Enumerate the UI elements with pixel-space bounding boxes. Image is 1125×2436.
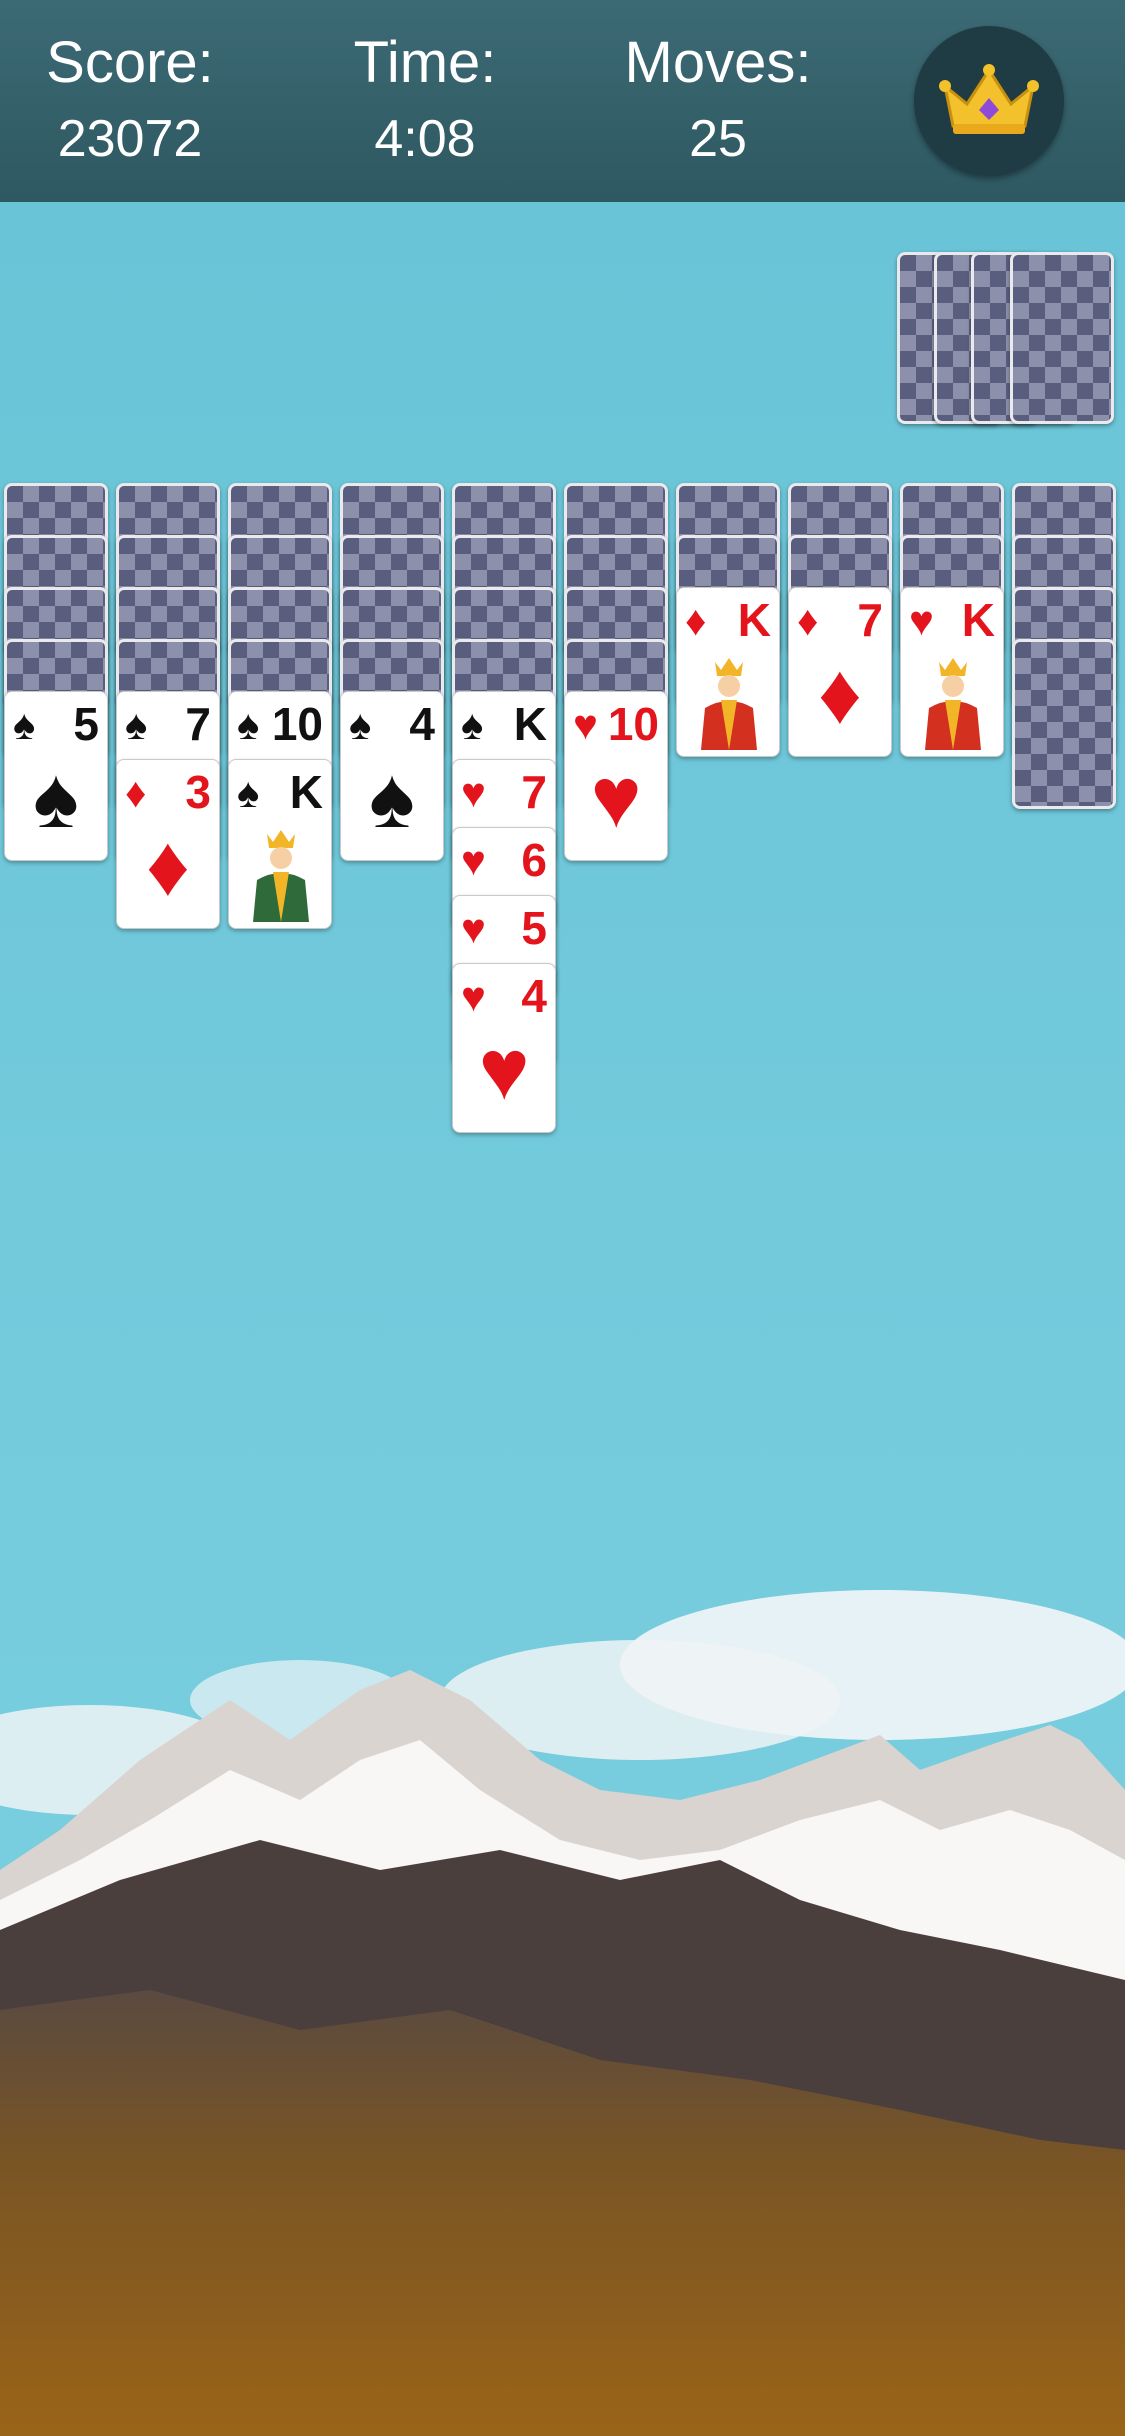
card-rank: K [513,698,547,750]
card-suit: ♦ [797,597,819,644]
card-4-red[interactable]: ♥ 4 ♥ [452,963,556,1133]
moves-stat: Moves: 25 [588,28,848,174]
face-down-card [1012,639,1116,809]
card-K-red[interactable]: ♥ K [900,587,1004,757]
card-rank: 4 [409,698,435,750]
card-suit: ♠ [349,701,372,748]
card-suit: ♦ [125,769,147,816]
card-suit: ♥ [461,769,486,816]
time-stat: Time: 4:08 [295,28,555,174]
crown-button[interactable] [914,26,1064,176]
card-suit: ♠ [237,769,260,816]
card-rank: 5 [521,902,547,954]
card-suit: ♥ [909,597,934,644]
card-rank: K [737,594,771,646]
king-figure-icon [253,830,309,922]
card-suit: ♠ [13,701,36,748]
card-rank: K [961,594,995,646]
moves-label: Moves: [624,30,812,95]
card-rank: K [289,766,323,818]
card-center-pip: ♥ [478,1022,530,1118]
card-K-black[interactable]: ♠ K [228,759,332,929]
time-value: 4:08 [374,110,476,168]
card-rank: 5 [73,698,99,750]
card-center-pip: ♦ [146,818,190,914]
card-suit: ♦ [685,597,707,644]
card-rank: 7 [185,698,211,750]
card-rank: 10 [607,698,659,750]
card-suit: ♠ [461,701,484,748]
card-suit: ♥ [461,905,486,952]
card-7-red[interactable]: ♦ 7 ♦ [788,587,892,757]
card-rank: 3 [185,766,211,818]
card-suit: ♠ [237,701,260,748]
card-center-pip: ♠ [369,750,415,846]
card-rank: 7 [857,594,883,646]
card-center-pip: ♠ [33,750,79,846]
card-rank: 10 [271,698,323,750]
moves-value: 25 [689,110,747,168]
score-stat: Score: 23072 [0,28,260,174]
card-3-red[interactable]: ♦ 3 ♦ [116,759,220,929]
card-suit: ♥ [573,701,598,748]
card-suit: ♥ [461,837,486,884]
card-10-red[interactable]: ♥ 10 ♥ [564,691,668,861]
stats-header: Score: 23072 Time: 4:08 Moves: 25 [0,0,1125,202]
card-rank: 4 [521,970,547,1022]
king-figure-icon [701,658,757,750]
card-5-black[interactable]: ♠ 5 ♠ [4,691,108,861]
card-rank: 6 [521,834,547,886]
crown-icon [939,64,1039,134]
time-label: Time: [353,30,497,95]
card-center-pip: ♥ [590,750,642,846]
score-label: Score: [46,30,214,95]
score-value: 23072 [57,110,203,168]
card-4-black[interactable]: ♠ 4 ♠ [340,691,444,861]
card-suit: ♥ [461,973,486,1020]
card-suit: ♠ [125,701,148,748]
king-figure-icon [925,658,981,750]
card-center-pip: ♦ [818,646,862,742]
card-rank: 7 [521,766,547,818]
card-K-red[interactable]: ♦ K [676,587,780,757]
stock-card[interactable] [1010,252,1114,424]
